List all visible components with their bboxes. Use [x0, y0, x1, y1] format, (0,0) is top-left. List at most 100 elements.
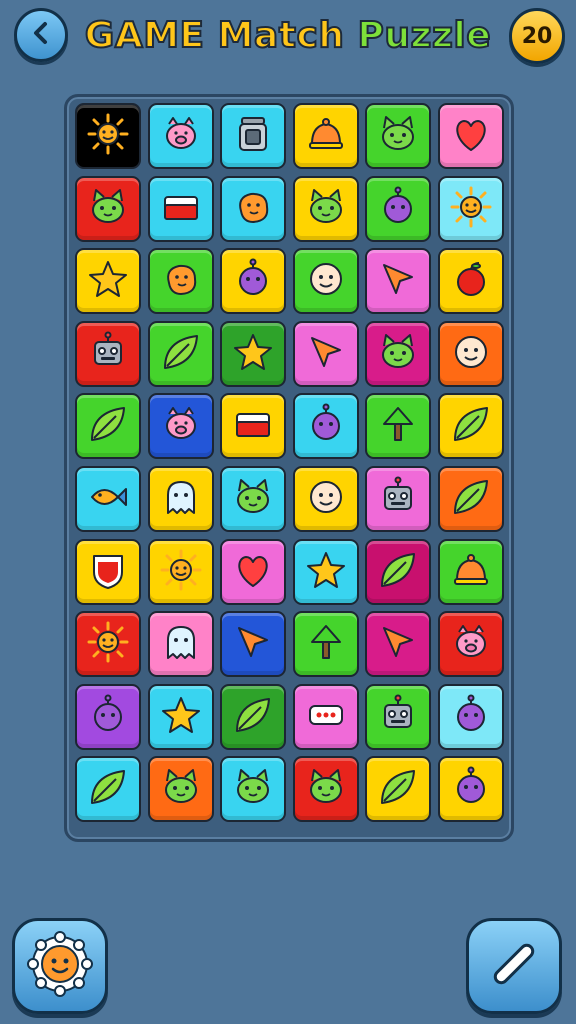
- tile-arrow[interactable]: [365, 248, 431, 315]
- tile-robot[interactable]: [365, 466, 431, 532]
- tile-blob[interactable]: [147, 248, 214, 315]
- arrow-icon: [376, 620, 420, 668]
- tile-bell[interactable]: [292, 103, 359, 169]
- apple-icon: [449, 257, 493, 305]
- tile-sun[interactable]: [75, 103, 141, 169]
- tile-pig[interactable]: [437, 611, 504, 678]
- sun-icon: [159, 548, 203, 596]
- arrow-icon: [304, 330, 348, 378]
- tile-leaf[interactable]: [437, 393, 504, 460]
- bell-icon: [449, 548, 493, 596]
- cat-icon: [304, 185, 348, 233]
- star-icon: [231, 330, 275, 378]
- tile-ghost[interactable]: [147, 466, 214, 532]
- tile-arrow[interactable]: [292, 320, 359, 387]
- orb-icon: [449, 693, 493, 741]
- orb-icon: [304, 402, 348, 450]
- tile-heart[interactable]: [437, 103, 504, 169]
- tile-box[interactable]: [220, 393, 286, 460]
- pig-icon: [449, 620, 493, 668]
- settings-button[interactable]: [12, 918, 108, 1014]
- tile-tree[interactable]: [365, 393, 431, 460]
- robot-icon: [376, 693, 420, 741]
- tile-pig[interactable]: [147, 103, 214, 169]
- tile-apple[interactable]: [437, 248, 504, 315]
- pig-icon: [159, 112, 203, 160]
- dots-icon: [304, 693, 348, 741]
- arrow-icon: [231, 620, 275, 668]
- tile-face[interactable]: [292, 248, 359, 315]
- tile-face[interactable]: [292, 466, 359, 532]
- tile-cat[interactable]: [365, 103, 431, 169]
- ghost-icon: [159, 620, 203, 668]
- tree-icon: [376, 402, 420, 450]
- tile-orb[interactable]: [220, 248, 286, 315]
- game-title: GAME Match Puzzle: [0, 10, 576, 62]
- face-icon: [449, 330, 493, 378]
- hint-button[interactable]: [466, 918, 562, 1014]
- tile-cat[interactable]: [365, 320, 431, 387]
- sun-icon: [86, 620, 130, 668]
- leaf-icon: [159, 330, 203, 378]
- tile-board: [64, 94, 514, 842]
- tile-shield[interactable]: [75, 538, 141, 605]
- tile-cat[interactable]: [292, 175, 359, 242]
- tile-sun[interactable]: [147, 538, 214, 605]
- leaf-icon: [376, 548, 420, 596]
- tile-sun[interactable]: [75, 611, 141, 678]
- tile-leaf[interactable]: [365, 756, 431, 823]
- tile-leaf[interactable]: [220, 683, 286, 750]
- tile-cat[interactable]: [75, 175, 141, 242]
- cat-icon: [376, 330, 420, 378]
- tile-pig[interactable]: [147, 393, 214, 460]
- tile-orb[interactable]: [437, 683, 504, 750]
- tile-orb[interactable]: [292, 393, 359, 460]
- tile-bell[interactable]: [437, 538, 504, 605]
- blob-icon: [159, 257, 203, 305]
- tile-arrow[interactable]: [365, 611, 431, 678]
- star-icon: [159, 693, 203, 741]
- tile-robot[interactable]: [75, 320, 141, 387]
- tile-ghost[interactable]: [147, 611, 214, 678]
- tile-leaf[interactable]: [75, 393, 141, 460]
- tile-sun[interactable]: [437, 175, 504, 242]
- tile-face[interactable]: [437, 320, 504, 387]
- tile-blob[interactable]: [220, 175, 286, 242]
- tile-dots[interactable]: [292, 683, 359, 750]
- leaf-icon: [449, 402, 493, 450]
- tile-leaf[interactable]: [147, 320, 214, 387]
- tile-orb[interactable]: [365, 175, 431, 242]
- orb-icon: [231, 257, 275, 305]
- score-badge: 20: [509, 8, 565, 64]
- tile-star[interactable]: [147, 683, 214, 750]
- tile-arrow[interactable]: [220, 611, 286, 678]
- ghost-icon: [159, 475, 203, 523]
- tile-cat[interactable]: [147, 756, 214, 823]
- cat-icon: [304, 765, 348, 813]
- tile-leaf[interactable]: [437, 466, 504, 532]
- tile-heart[interactable]: [220, 538, 286, 605]
- arrow-icon: [376, 257, 420, 305]
- tile-leaf[interactable]: [365, 538, 431, 605]
- tile-orb[interactable]: [437, 756, 504, 823]
- cat-icon: [86, 185, 130, 233]
- tile-fish[interactable]: [75, 466, 141, 532]
- tile-star[interactable]: [75, 248, 141, 315]
- blob-icon: [231, 185, 275, 233]
- leaf-icon: [376, 765, 420, 813]
- tile-star[interactable]: [220, 320, 286, 387]
- tile-box[interactable]: [147, 175, 214, 242]
- tile-jar[interactable]: [220, 103, 286, 169]
- tile-tree[interactable]: [292, 611, 359, 678]
- tile-leaf[interactable]: [75, 756, 141, 823]
- orb-icon: [449, 765, 493, 813]
- tile-orb[interactable]: [75, 683, 141, 750]
- tile-cat[interactable]: [292, 756, 359, 823]
- title-word-match: Match: [217, 14, 345, 57]
- tile-star[interactable]: [292, 538, 359, 605]
- orb-icon: [376, 185, 420, 233]
- tile-robot[interactable]: [365, 683, 431, 750]
- wand-icon: [484, 934, 544, 998]
- tile-cat[interactable]: [220, 466, 286, 532]
- tile-cat[interactable]: [220, 756, 286, 823]
